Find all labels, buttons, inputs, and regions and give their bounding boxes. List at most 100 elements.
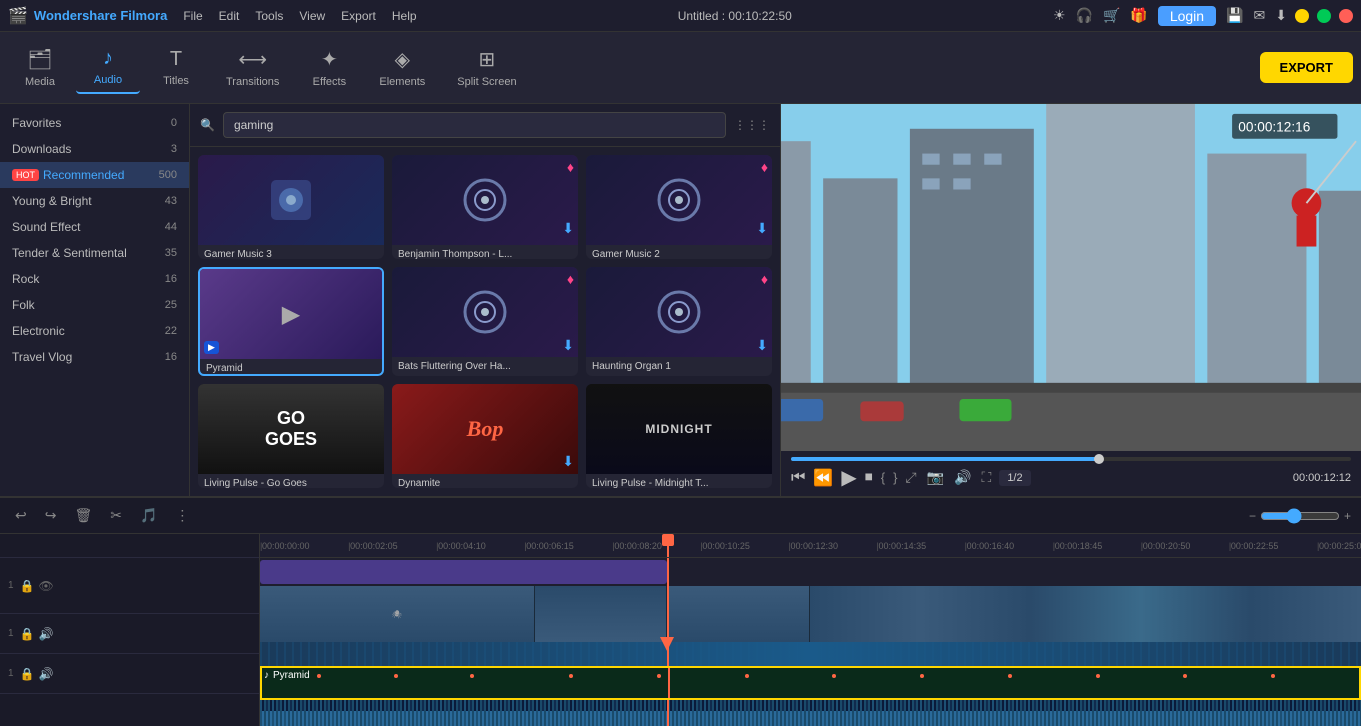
login-button[interactable]: Login (1158, 6, 1216, 26)
more-button[interactable]: ⋮ (170, 504, 194, 527)
download2-icon[interactable]: ⬇ (756, 220, 768, 237)
ruler-11: 00:00:22:55 (1229, 534, 1279, 557)
audio-card-gamer-music-3[interactable]: Gamer Music 3 (198, 155, 384, 259)
sidebar-item-folk[interactable]: Folk 25 (0, 292, 189, 318)
lock-icon[interactable]: 🔒 (20, 579, 35, 593)
cart-icon[interactable]: 🛒 (1103, 7, 1120, 24)
tool-split-screen[interactable]: ⊞ Split Screen (443, 41, 530, 94)
tool-titles[interactable]: T Titles (144, 42, 208, 93)
menu-help[interactable]: Help (392, 9, 417, 23)
sound-effect-label: Sound Effect (12, 220, 165, 234)
elements-icon: ◈ (395, 47, 410, 72)
audio-settings-button[interactable]: 🎵 (135, 504, 162, 527)
sidebar-item-electronic[interactable]: Electronic 22 (0, 318, 189, 344)
zoom-slider[interactable] (1260, 508, 1340, 524)
sidebar-item-sound-effect[interactable]: Sound Effect 44 (0, 214, 189, 240)
lock3-icon[interactable]: 🔒 (20, 667, 35, 681)
audio-card-pyramid[interactable]: ▶ ▶ Pyramid (198, 267, 384, 375)
minimize-button[interactable] (1295, 9, 1309, 23)
sidebar-item-favorites[interactable]: Favorites 0 (0, 110, 189, 136)
close-button[interactable] (1339, 9, 1353, 23)
audio-grid: Gamer Music 3 ♦ Benjamin Thompson - L...… (190, 147, 780, 496)
skip-back-button[interactable]: ⏮ (791, 469, 805, 487)
sidebar-item-downloads[interactable]: Downloads 3 (0, 136, 189, 162)
download3-icon[interactable]: ⬇ (562, 337, 574, 354)
sidebar-item-rock[interactable]: Rock 16 (0, 266, 189, 292)
sidebar-item-young-bright[interactable]: Young & Bright 43 (0, 188, 189, 214)
time-display: 00:00:12:12 (1293, 472, 1351, 484)
progress-bar[interactable] (791, 457, 1351, 461)
audio-wave-bottom[interactable] (260, 700, 1361, 726)
export-button[interactable]: EXPORT (1260, 52, 1353, 83)
redo-button[interactable]: ↪ (40, 504, 62, 527)
lock2-icon[interactable]: 🔒 (20, 627, 35, 641)
travel-vlog-count: 16 (165, 351, 177, 363)
fullscreen-icon[interactable]: ⤢ (905, 469, 916, 486)
download4-icon[interactable]: ⬇ (756, 337, 768, 354)
volume2-icon[interactable]: 🔊 (39, 627, 54, 641)
audio-card-midnight[interactable]: MIDNIGHT Living Pulse - Midnight T... (586, 384, 772, 488)
bracket-left[interactable]: { (881, 470, 885, 485)
audio-card-dynamite[interactable]: Bop ⬇ Dynamite (392, 384, 578, 488)
camera-icon[interactable]: 📷 (927, 469, 944, 486)
download-audio-icon[interactable]: ⬇ (562, 220, 574, 237)
video-track[interactable]: ▶ Marvel SpiderMan 🕷 (260, 586, 1361, 642)
progress-fill (791, 457, 1099, 461)
delete-button[interactable]: 🗑 (69, 504, 97, 527)
settings-icon[interactable]: ⛶ (982, 469, 992, 486)
bracket-right[interactable]: } (893, 470, 897, 485)
undo-button[interactable]: ↩ (10, 504, 32, 527)
gift-icon[interactable]: 🎁 (1130, 7, 1147, 24)
purple-clip[interactable] (260, 560, 667, 584)
rock-label: Rock (12, 272, 165, 286)
sidebar-item-recommended[interactable]: HOT Recommended 500 (0, 162, 189, 188)
page-indicator[interactable]: 1/2 (999, 470, 1030, 486)
download-icon[interactable]: ⬇ (1275, 7, 1287, 24)
playhead-audio1 (667, 642, 669, 666)
tool-audio[interactable]: ♪ Audio (76, 41, 140, 94)
tool-media[interactable]: 🗂 Media (8, 41, 72, 94)
track2-number: 1 (8, 628, 14, 639)
zoom-out-icon[interactable]: − (1249, 509, 1256, 523)
audio-card-gamer-music-2[interactable]: ♦ Gamer Music 2 ⬇ (586, 155, 772, 259)
audio-card-haunting[interactable]: ♦ Haunting Organ 1 ⬇ (586, 267, 772, 375)
menu-export[interactable]: Export (341, 9, 376, 23)
menu-edit[interactable]: Edit (219, 9, 240, 23)
zoom-in-icon[interactable]: + (1344, 509, 1351, 523)
sidebar-item-travel-vlog[interactable]: Travel Vlog 16 (0, 344, 189, 370)
favorites-label: Favorites (12, 116, 171, 130)
maximize-button[interactable] (1317, 9, 1331, 23)
preview-icons: ⤢ 📷 🔊 ⛶ (905, 469, 991, 486)
volume3-icon[interactable]: 🔊 (39, 667, 54, 681)
menu-file[interactable]: File (183, 9, 202, 23)
cut-button[interactable]: ✂ (105, 504, 127, 527)
audio-wave-track[interactable] (260, 642, 1361, 666)
music-track-pyramid[interactable]: ♪ Pyramid (260, 666, 1361, 700)
menu-view[interactable]: View (299, 9, 325, 23)
sidebar-item-tender[interactable]: Tender & Sentimental 35 (0, 240, 189, 266)
audio-panel: 🔍 ⋮⋮⋮ Gamer Music 3 ♦ Benjamin Thompson … (190, 104, 781, 496)
tool-effects[interactable]: ✦ Effects (297, 41, 361, 94)
volume-icon[interactable]: 🔊 (954, 469, 971, 486)
svg-text:00:00:12:16: 00:00:12:16 (1238, 119, 1310, 134)
headphones-icon[interactable]: 🎧 (1076, 7, 1093, 24)
audio-card-benjamin[interactable]: ♦ Benjamin Thompson - L... ⬇ (392, 155, 578, 259)
step-back-button[interactable]: ⏪ (813, 468, 833, 488)
tool-elements[interactable]: ◈ Elements (365, 41, 439, 94)
tool-transitions[interactable]: ⟷ Transitions (212, 41, 293, 94)
track-label-music: 1 🔒 🔊 (0, 654, 259, 694)
play-button[interactable]: ▶ (841, 465, 856, 490)
mail-icon[interactable]: ✉ (1254, 7, 1266, 24)
eye-icon[interactable]: 👁 (39, 579, 54, 593)
save-icon[interactable]: 💾 (1226, 7, 1243, 24)
sun-icon[interactable]: ☀ (1053, 7, 1066, 24)
audio-card-living-goes[interactable]: GOGOES Living Pulse - Go Goes (198, 384, 384, 488)
recommended-label: Recommended (43, 168, 159, 182)
stop-button[interactable]: ⏹ (865, 469, 873, 487)
audio-card-bats[interactable]: ♦ Bats Fluttering Over Ha... ⬇ (392, 267, 578, 375)
grid-view-icon[interactable]: ⋮⋮⋮ (734, 118, 770, 132)
menu-tools[interactable]: Tools (255, 9, 283, 23)
search-input[interactable] (223, 112, 726, 138)
ruler-1: 00:00:02:05 (348, 534, 398, 557)
playhead[interactable] (667, 534, 669, 557)
